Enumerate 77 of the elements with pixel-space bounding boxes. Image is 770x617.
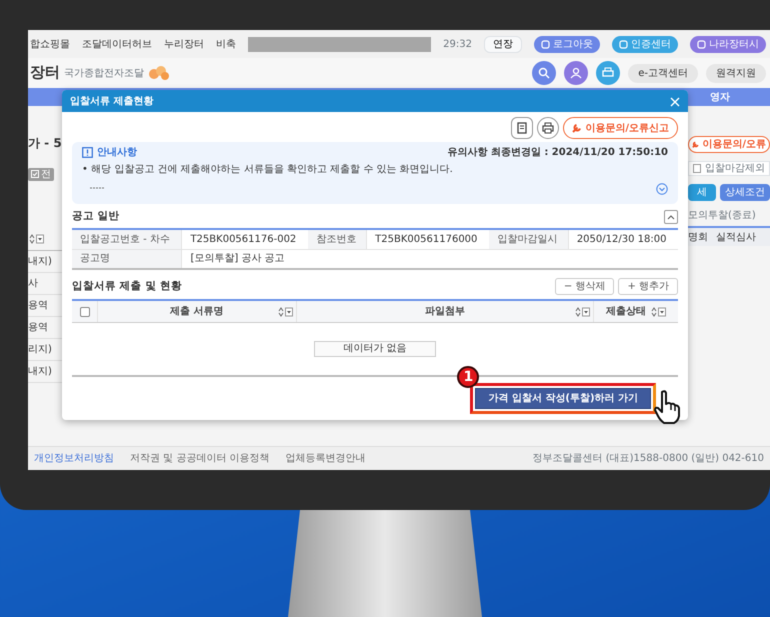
printer-icon[interactable]	[596, 61, 620, 85]
collapse-button[interactable]	[664, 210, 678, 224]
wrench-icon	[572, 123, 582, 133]
logo-text: 장터	[30, 63, 60, 83]
top-button[interactable]: 나라장터시	[690, 36, 766, 52]
notice-title: 안내사항	[97, 146, 137, 159]
header-link[interactable]: 원격지원	[706, 64, 766, 82]
table-cell: 리지)	[28, 342, 52, 356]
footer-link[interactable]: 업체등록변경안내	[286, 452, 366, 465]
notice-text: • 해당 입찰공고 건에 제출해야하는 서류들을 확인하고 제출할 수 있는 화면입니다.	[82, 163, 454, 176]
table-cell: 용역	[28, 320, 48, 334]
search-button[interactable]: 세	[688, 184, 716, 201]
logo-subtitle: 국가종합전자조달	[64, 66, 144, 80]
mock-bid-link[interactable]: 모의투찰(종료)	[688, 209, 770, 222]
document-icon	[516, 122, 528, 134]
checkbox-icon	[31, 170, 39, 178]
top-menu-link[interactable]: 비축	[216, 38, 236, 50]
extend-button[interactable]: 연장	[484, 36, 522, 52]
footer-link[interactable]: 저작권 및 공공데이터 이용정책	[130, 452, 270, 465]
sort-icon	[574, 306, 590, 316]
table-cell: 내지)	[28, 364, 52, 378]
session-timer: 29:32	[443, 38, 472, 50]
printer-icon	[542, 122, 554, 134]
footer-link[interactable]: 개인정보처리방침	[34, 452, 114, 465]
empty-message: 데이터가 없음	[314, 341, 436, 357]
flower-logo-icon	[148, 65, 170, 81]
checkbox[interactable]	[80, 306, 90, 316]
button-icon	[541, 40, 550, 48]
column-header: 명회	[688, 230, 708, 244]
chevron-icon	[667, 214, 675, 220]
field-label: 참조번호	[308, 229, 367, 249]
sort-icon	[650, 306, 666, 316]
button-icon	[619, 40, 628, 48]
row-button[interactable]: + 행추가	[618, 278, 678, 295]
column-header: 제출상태	[606, 305, 646, 318]
wrench-icon	[692, 140, 700, 149]
row-button[interactable]: − 행삭제	[554, 278, 614, 295]
step-badge: 1	[457, 366, 480, 388]
info-icon	[82, 147, 93, 158]
table-cell: 용역	[28, 298, 48, 312]
top-button[interactable]: 로그아웃	[534, 36, 600, 52]
column-header: 제출 서류명	[170, 305, 224, 318]
submit-bid-button[interactable]: 가격 입찰서 작성(투찰)하러 가기	[475, 388, 651, 409]
print-button[interactable]	[537, 117, 560, 139]
filter-chip[interactable]: 전	[28, 168, 54, 181]
more-indicator-icon	[90, 186, 104, 190]
deadline-filter[interactable]: 입찰마감제외	[688, 161, 770, 176]
field-value: 2050/12/30 18:00	[568, 229, 678, 249]
help-button[interactable]: 이용문의/오류신고	[563, 117, 678, 139]
footer-contact: 정부조달콜센터 (대표)1588-0800 (일반) 042-610	[532, 452, 764, 465]
table-cell: 사	[28, 276, 38, 290]
field-label: 입찰공고번호 - 차수	[72, 229, 182, 249]
top-menu-link[interactable]: 조달데이터허브	[82, 38, 152, 50]
top-menu-link[interactable]: 합쇼핑몰	[30, 38, 70, 50]
column-header: 파일첨부	[424, 305, 465, 318]
user-icon[interactable]	[564, 61, 588, 85]
search-icon[interactable]	[532, 61, 556, 85]
field-label: 공고명	[72, 249, 182, 269]
dialog-title: 입찰서류 제출현황	[70, 94, 154, 108]
detail-button[interactable]: 상세조건	[720, 184, 770, 201]
help-button[interactable]: 이용문의/오류	[688, 136, 770, 153]
column-header: 실적심사	[716, 230, 756, 244]
checkbox[interactable]	[693, 164, 701, 173]
section-title: 입찰서류 제출 및 현황	[72, 280, 182, 294]
notice-updated: 유의사항 최종변경일 : 2024/11/20 17:50:10	[447, 146, 668, 159]
document-button[interactable]	[511, 117, 534, 139]
table-cell: 내지)	[28, 254, 52, 268]
top-button[interactable]: 인증센터	[612, 36, 678, 52]
field-label: 입찰마감일시	[489, 229, 568, 249]
button-icon	[697, 40, 706, 48]
top-menu-link[interactable]: 누리장터	[164, 38, 204, 50]
sort-icon	[276, 306, 293, 316]
page-title: 가 - 5	[28, 136, 62, 152]
nav-text[interactable]: 영자	[710, 90, 730, 104]
header-link[interactable]: e-고객센터	[628, 64, 698, 82]
field-value: [모의투찰] 공사 공고	[182, 249, 678, 269]
section-title: 공고 일반	[72, 210, 120, 224]
